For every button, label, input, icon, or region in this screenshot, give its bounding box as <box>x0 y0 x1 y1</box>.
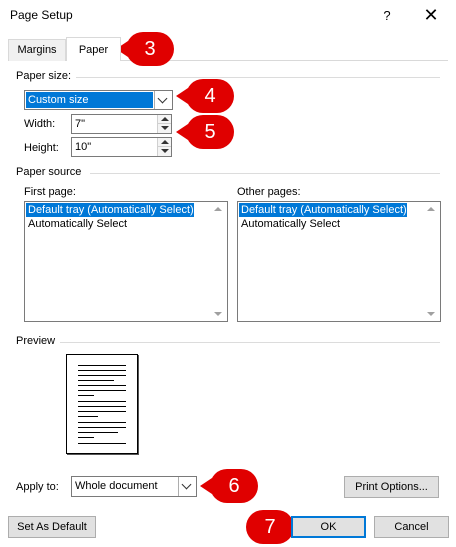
list-item[interactable]: Default tray (Automatically Select) <box>239 203 407 217</box>
set-as-default-button[interactable]: Set As Default <box>8 516 96 538</box>
paper-source-group-label: Paper source <box>16 166 82 178</box>
chevron-down-icon <box>181 479 192 490</box>
list-item[interactable]: Automatically Select <box>239 217 340 231</box>
arrow-down-icon <box>161 126 169 130</box>
paper-size-dropdown-button[interactable] <box>154 91 172 109</box>
preview-line <box>78 406 126 407</box>
preview-line <box>78 385 126 386</box>
tab-margins[interactable]: Margins <box>8 39 66 61</box>
preview-line <box>78 443 126 444</box>
preview-line <box>78 416 98 417</box>
preview-line <box>78 427 126 428</box>
scroll-down-icon[interactable] <box>214 312 222 316</box>
arrow-up-icon <box>161 117 169 121</box>
callout-5: 5 <box>176 115 234 149</box>
width-spinner[interactable]: 7" <box>71 114 172 134</box>
callout-4: 4 <box>176 79 234 113</box>
preview-line <box>78 375 126 376</box>
paper-size-rule <box>76 77 440 78</box>
width-decrement[interactable] <box>157 124 171 133</box>
height-label: Height: <box>24 142 59 154</box>
scroll-up-icon[interactable] <box>214 207 222 211</box>
ok-button[interactable]: OK <box>291 516 366 538</box>
height-spinner[interactable]: 10" <box>71 137 172 157</box>
paper-size-select[interactable]: Custom size <box>24 90 173 110</box>
preview-line <box>78 437 94 438</box>
preview-line <box>78 411 126 412</box>
paper-source-rule <box>90 173 440 174</box>
height-increment[interactable] <box>157 138 171 147</box>
first-page-listbox[interactable]: Default tray (Automatically Select) Auto… <box>24 201 228 322</box>
preview-rule <box>60 342 440 343</box>
preview-line <box>78 380 114 381</box>
arrow-down-icon <box>161 149 169 153</box>
list-item[interactable]: Default tray (Automatically Select) <box>26 203 194 217</box>
callout-6: 6 <box>200 469 258 503</box>
first-page-label: First page: <box>24 186 76 198</box>
width-value: 7" <box>75 118 86 130</box>
width-increment[interactable] <box>157 115 171 124</box>
other-pages-listbox[interactable]: Default tray (Automatically Select) Auto… <box>237 201 441 322</box>
callout-7: 7 <box>246 510 304 544</box>
scroll-up-icon[interactable] <box>427 207 435 211</box>
cancel-button[interactable]: Cancel <box>374 516 449 538</box>
other-pages-scrollbar[interactable] <box>424 203 439 320</box>
apply-to-label: Apply to: <box>16 481 59 493</box>
preview-line <box>78 390 126 391</box>
close-button[interactable]: ✕ <box>416 4 446 28</box>
print-options-button[interactable]: Print Options... <box>344 476 439 498</box>
arrow-up-icon <box>161 140 169 144</box>
preview-line <box>78 422 126 423</box>
apply-to-value: Whole document <box>75 480 158 492</box>
preview-page <box>66 354 138 454</box>
apply-to-dropdown-button[interactable] <box>178 477 196 496</box>
apply-to-select[interactable]: Whole document <box>71 476 197 497</box>
height-value: 10" <box>75 141 92 153</box>
other-pages-label: Other pages: <box>237 186 301 198</box>
chevron-down-icon <box>157 93 168 104</box>
preview-line <box>78 432 118 433</box>
first-page-scrollbar[interactable] <box>211 203 226 320</box>
callout-3: 3 <box>116 32 174 66</box>
tab-paper[interactable]: Paper <box>66 37 121 61</box>
height-decrement[interactable] <box>157 147 171 156</box>
scroll-down-icon[interactable] <box>427 312 435 316</box>
preview-line <box>78 370 126 371</box>
preview-line <box>78 395 94 396</box>
dialog-title: Page Setup <box>10 8 73 22</box>
preview-group-label: Preview <box>16 335 56 347</box>
list-item[interactable]: Automatically Select <box>26 217 127 231</box>
width-label: Width: <box>24 118 56 130</box>
paper-size-value: Custom size <box>26 92 153 108</box>
help-button[interactable]: ? <box>372 4 402 28</box>
preview-line <box>78 401 126 402</box>
preview-line <box>78 365 126 366</box>
paper-size-group-label: Paper size: <box>16 70 72 82</box>
